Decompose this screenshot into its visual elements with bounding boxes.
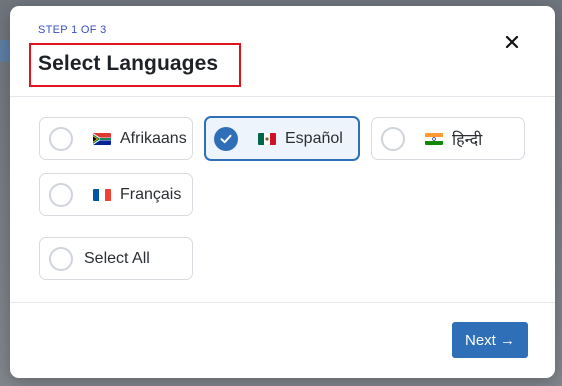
mexico-flag-icon [258, 132, 276, 145]
step-label: STEP 1 OF 3 [38, 24, 107, 36]
option-hindi[interactable]: हिन्दी [371, 117, 525, 160]
south-africa-flag-icon [93, 132, 111, 145]
option-label: Select All [84, 249, 150, 267]
footer-divider [10, 302, 555, 303]
header-divider [10, 96, 555, 97]
option-espanol[interactable]: Español [204, 116, 360, 161]
language-modal: STEP 1 OF 3 Select Languages Afrikaans E… [10, 6, 555, 378]
close-button[interactable] [500, 30, 524, 54]
radio-unchecked[interactable] [49, 182, 73, 207]
option-select-all[interactable]: Select All [39, 237, 193, 280]
checkmark-icon [220, 134, 232, 143]
radio-unchecked[interactable] [49, 126, 73, 151]
option-label: Español [285, 129, 343, 147]
india-flag-icon [425, 132, 443, 145]
next-button[interactable]: Next → [452, 322, 528, 358]
option-label: हिन्दी [452, 131, 483, 149]
radio-unchecked[interactable] [381, 126, 405, 151]
radio-checked[interactable] [214, 126, 238, 151]
option-francais[interactable]: Français [39, 173, 193, 216]
option-label: Français [120, 185, 182, 203]
close-icon [505, 35, 519, 49]
france-flag-icon [93, 188, 111, 201]
modal-title: Select Languages [38, 52, 219, 75]
option-afrikaans[interactable]: Afrikaans [39, 117, 193, 160]
option-label: Afrikaans [120, 129, 187, 147]
radio-unchecked[interactable] [49, 246, 73, 271]
